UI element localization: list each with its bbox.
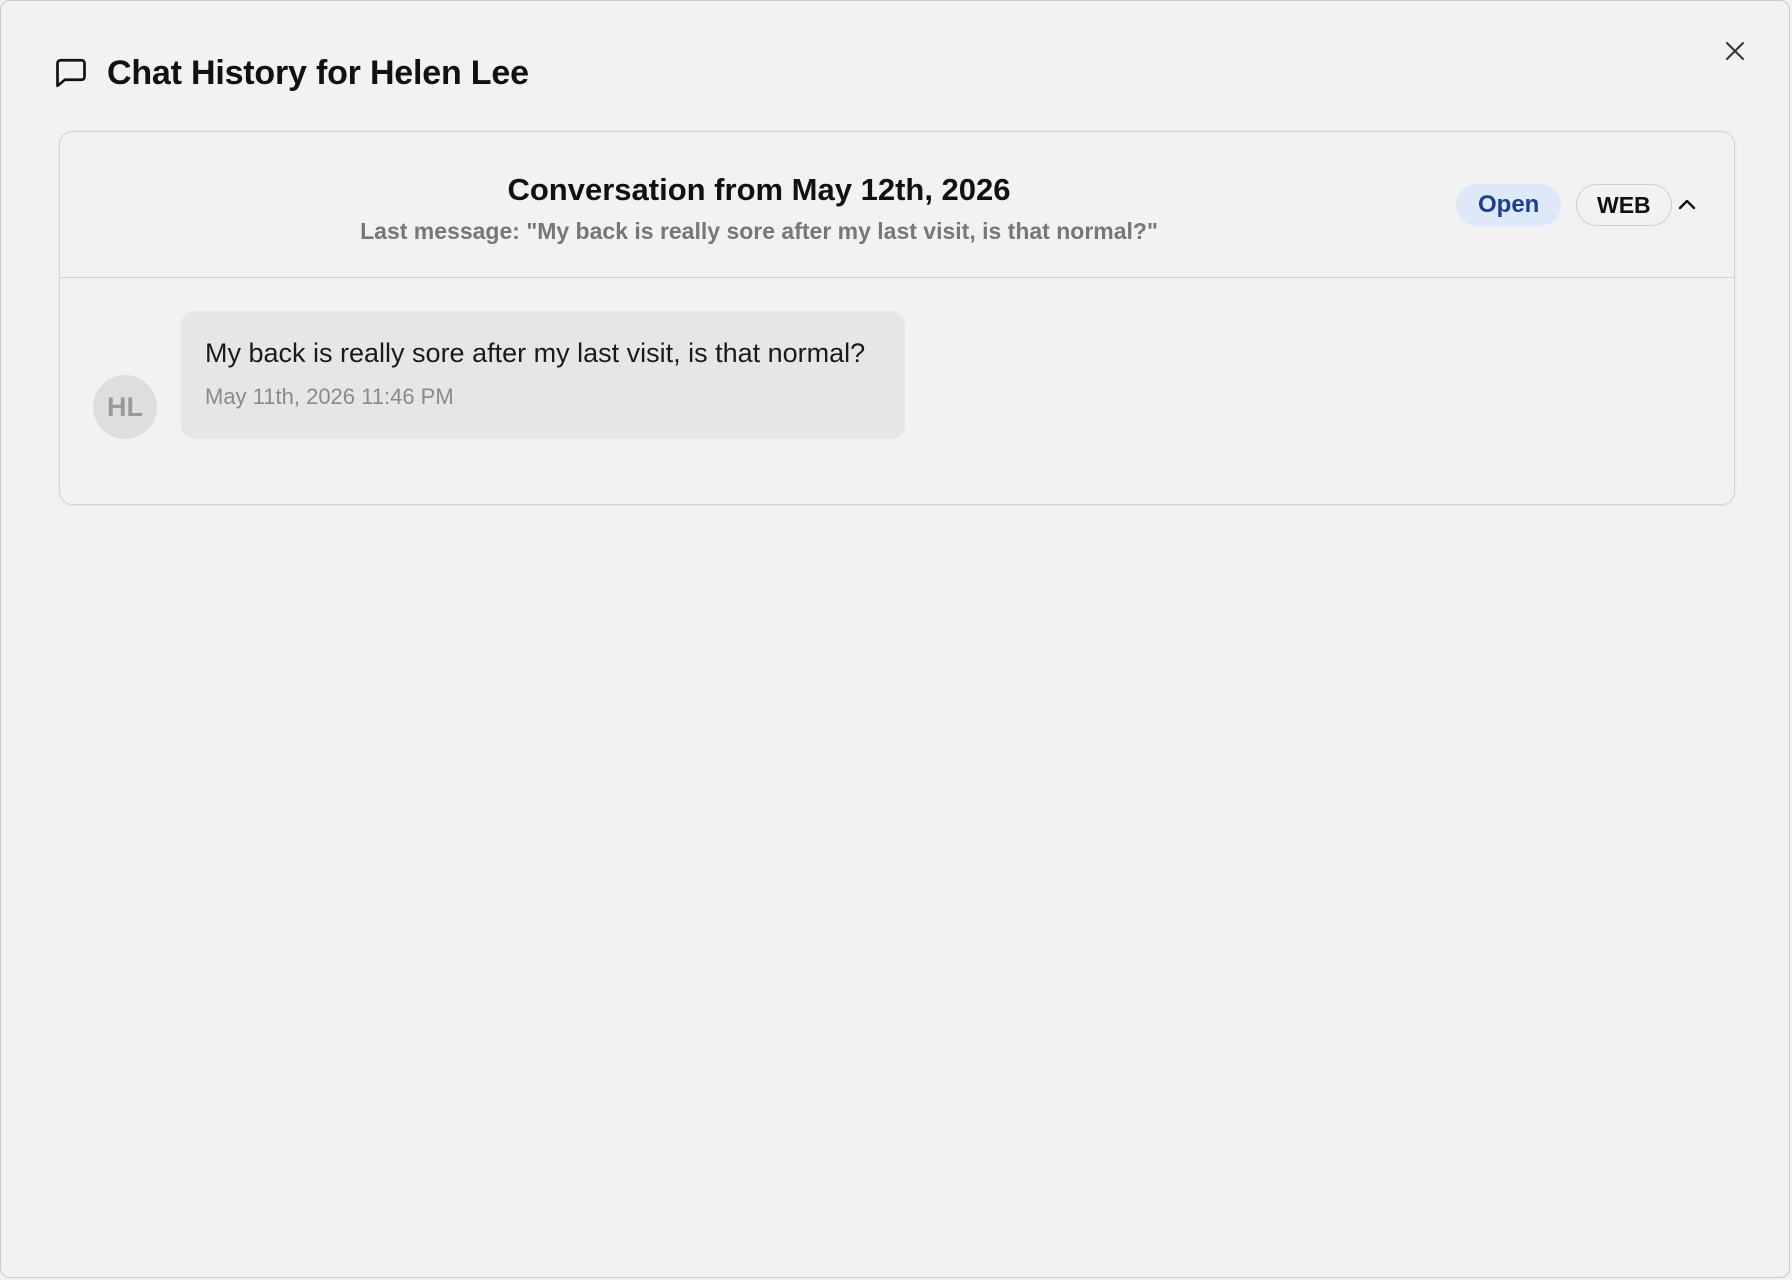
- conversation-summary: Conversation from May 12th, 2026 Last me…: [60, 170, 1458, 246]
- message-timestamp: May 11th, 2026 11:46 PM: [205, 384, 454, 409]
- message-text: My back is really sore after my last vis…: [205, 338, 866, 368]
- conversation-header[interactable]: Conversation from May 12th, 2026 Last me…: [60, 132, 1734, 278]
- dialog-header: Chat History for Helen Lee: [53, 49, 529, 97]
- chat-history-dialog: Chat History for Helen Lee Conversation …: [0, 0, 1790, 1278]
- chevron-up-icon: [1675, 193, 1699, 217]
- conversation-last-message: Last message: "My back is really sore af…: [360, 218, 1158, 244]
- dialog-title: Chat History for Helen Lee: [107, 53, 529, 92]
- close-icon: [1723, 39, 1747, 63]
- chat-bubble-icon: [53, 55, 89, 91]
- message-bubble: My back is really sore after my last vis…: [181, 311, 905, 439]
- avatar: HL: [93, 375, 157, 439]
- status-badge: Open: [1456, 184, 1562, 226]
- conversation-title: Conversation from May 12th, 2026: [507, 172, 1011, 207]
- close-button[interactable]: [1719, 35, 1751, 67]
- channel-badge: WEB: [1576, 184, 1672, 226]
- collapse-toggle-button[interactable]: [1672, 190, 1702, 220]
